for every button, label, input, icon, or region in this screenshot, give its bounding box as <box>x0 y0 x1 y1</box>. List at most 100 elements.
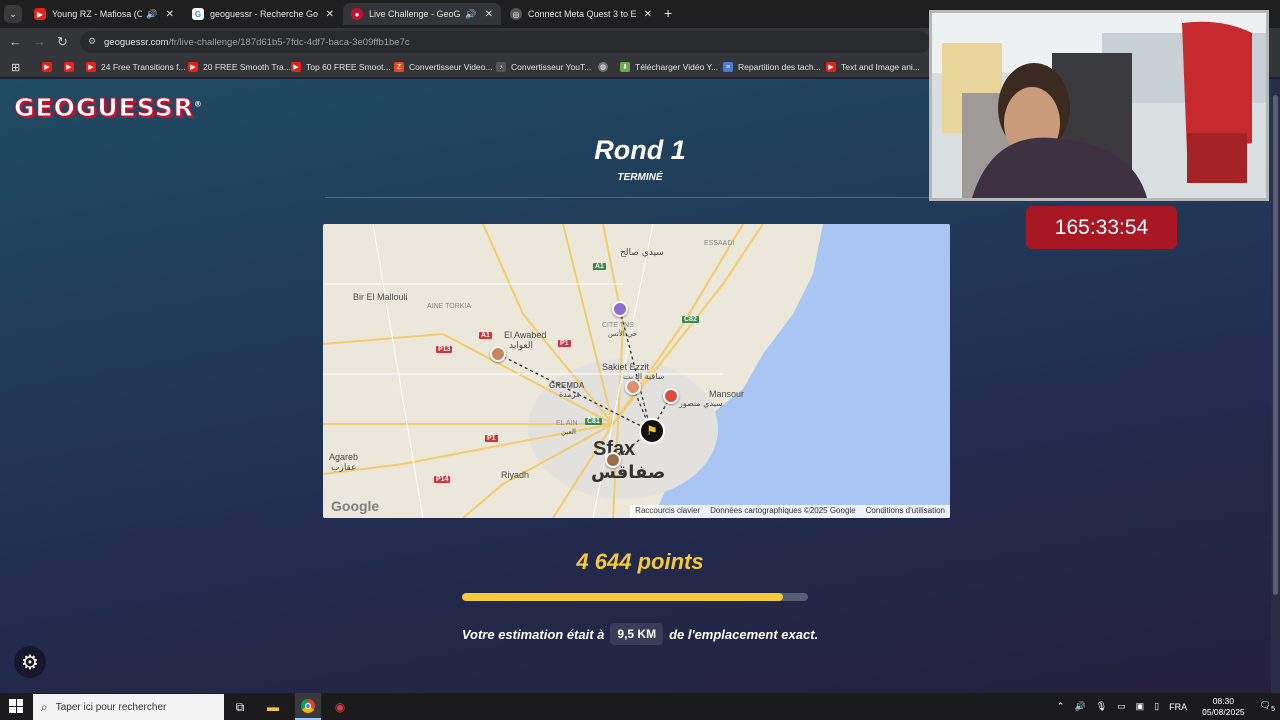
taskbar-search-box[interactable]: ⌕ Taper ici pour rechercher <box>33 694 224 720</box>
bookmark-transitions[interactable]: ▶ 24 Free Transitions f... <box>86 60 186 74</box>
windows-start-icon[interactable] <box>9 699 23 713</box>
geoguessr-pin-icon: ● <box>351 8 363 20</box>
keyboard-shortcuts-link[interactable]: Raccourcis clavier <box>630 505 705 518</box>
tab-google-search[interactable]: G geoguessr - Recherche Google ✕ <box>184 3 342 25</box>
youtube-icon: ▶ <box>42 62 52 72</box>
map-label-el-ain: EL AIN <box>556 420 578 427</box>
bookmark-text-image[interactable]: ▶ Text and Image ani... <box>826 60 920 74</box>
network-icon[interactable]: ▭ <box>1117 701 1126 712</box>
bookmark-label: Convertisseur YouT... <box>511 62 592 72</box>
player-avatar[interactable] <box>663 388 679 404</box>
new-tab-button[interactable]: + <box>664 5 672 21</box>
youtube-icon: ▶ <box>34 8 46 20</box>
language-indicator[interactable]: FRA <box>1169 702 1187 712</box>
url-path: /fr/live-challenge/187d61b5-7fdc-4df7-ba… <box>168 36 410 48</box>
bookmark-label: Text and Image ani... <box>841 62 920 72</box>
url-bar[interactable]: ⚙ geoguessr.com/fr/live-challenge/187d61… <box>80 31 930 53</box>
map-label-el-awabed: El Awabed <box>504 330 547 340</box>
youtube-icon: ▶ <box>291 62 301 72</box>
apps-grid-icon[interactable]: ⊞ <box>11 60 20 74</box>
bookmark-smooth-transitions[interactable]: ▶ 20 FREE Smooth Tra... <box>188 60 291 74</box>
map-label-cite-tns-ar: حي الأنس <box>608 330 638 338</box>
terms-of-use-link[interactable]: Conditions d'utilisation <box>861 505 950 518</box>
speaker-icon[interactable]: 🔊 <box>146 9 157 20</box>
estimate-prefix: Votre estimation était à <box>461 626 605 642</box>
registered-mark: ® <box>193 99 203 109</box>
player-avatar[interactable] <box>490 346 506 362</box>
globe-icon: ◍ <box>598 62 608 72</box>
road-badge: C81 <box>585 418 602 425</box>
map-label-gremda-ar: قرمدة <box>559 390 580 399</box>
player-avatar[interactable] <box>612 301 628 317</box>
recording-app-icon[interactable]: ◉ <box>330 697 350 717</box>
page-scrollbar[interactable] <box>1271 79 1280 693</box>
reload-icon[interactable]: ↻ <box>57 34 68 50</box>
file-explorer-icon[interactable]: ▬ <box>263 697 283 717</box>
microphone-icon[interactable]: 🎙 <box>1096 701 1107 712</box>
close-icon[interactable]: ✕ <box>166 9 174 20</box>
bookmark-label: Convertisseur Video... <box>409 62 493 72</box>
close-icon[interactable]: ✕ <box>485 9 493 20</box>
bookmark-globe[interactable]: ◍ <box>598 60 613 74</box>
notification-count: 5 <box>1271 705 1275 713</box>
bookmark-telecharger-video[interactable]: ⬇ Télécharger Vidéo Y... <box>620 60 718 74</box>
player-avatar[interactable] <box>605 452 621 468</box>
bookmark-top-60[interactable]: ▶ Top 60 FREE Smoot... <box>291 60 391 74</box>
map-attribution: Raccourcis clavier Données cartographiqu… <box>630 505 950 518</box>
map-label-sakiet-ezzit: Sakiet Ezzit <box>602 362 650 372</box>
road-badge: P14 <box>434 476 451 483</box>
score-progress-bar <box>462 593 808 601</box>
youtube-icon: ▶ <box>188 62 198 72</box>
forward-arrow-icon[interactable]: → <box>33 34 46 49</box>
tab-title: Young RZ - Mafiosa (Officia <box>52 9 143 19</box>
notification-center-icon[interactable]: 🗨5 <box>1260 700 1275 713</box>
road-badge: A1 <box>593 263 606 270</box>
map-data-credit: Données cartographiques ©2025 Google <box>710 506 856 515</box>
sea-area <box>653 224 950 518</box>
bookmark-convertisseur-youtube[interactable]: ♪ Convertisseur YouT... <box>496 60 591 74</box>
volume-icon[interactable]: 🔊 <box>1074 701 1085 712</box>
stream-timer: 165:33:54 <box>1026 206 1177 249</box>
divider <box>325 197 950 198</box>
tab-search-dropdown[interactable]: ⌄ <box>4 5 22 23</box>
close-icon[interactable]: ✕ <box>644 9 652 20</box>
correct-location-flag-icon[interactable]: ⚑ <box>639 418 665 444</box>
youtube-icon: ▶ <box>64 62 74 72</box>
settings-gear-icon[interactable]: ⚙ <box>14 646 46 678</box>
battery-icon[interactable]: ▯ <box>1154 701 1159 712</box>
bookmark-convertisseur-video[interactable]: Z Convertisseur Video... <box>394 60 492 74</box>
chevron-up-icon[interactable]: ⌃ <box>1057 701 1065 712</box>
speaker-icon[interactable]: 🔊 <box>465 9 476 20</box>
converter-icon: ♪ <box>496 62 506 72</box>
geoguessr-logo[interactable]: GEOGUESSR® <box>14 93 203 123</box>
map-label-essaadi: ESSAADI <box>704 240 735 247</box>
back-arrow-icon[interactable]: ← <box>9 34 22 49</box>
taskbar-clock[interactable]: 08:30 05/08/2025 <box>1202 696 1245 718</box>
scrollbar-thumb[interactable] <box>1273 95 1278 595</box>
tab-geoguessr-live-challenge[interactable]: ● Live Challenge - GeoGuessr 🔊 ✕ <box>343 3 501 25</box>
tab-young-rz[interactable]: ▶ Young RZ - Mafiosa (Officia 🔊 ✕ <box>26 3 182 25</box>
bookmark-label: Top 60 FREE Smoot... <box>306 62 391 72</box>
clock-date: 05/08/2025 <box>1202 706 1245 717</box>
bookmark-youtube-2[interactable]: ▶ <box>64 60 79 74</box>
result-map[interactable]: ESSAADI سيدي صالح Bir El Mallouli AINE T… <box>323 224 950 518</box>
map-label-sidi-salah: سيدي صالح <box>620 248 664 258</box>
close-icon[interactable]: ✕ <box>326 9 334 20</box>
round-points: 4 644 points <box>576 549 704 574</box>
bookmark-repartition[interactable]: ≡ Repartition des tach... <box>723 60 821 74</box>
task-view-icon[interactable]: ⧉ <box>230 697 250 717</box>
site-settings-icon[interactable]: ⚙ <box>88 36 96 47</box>
tab-title: geoguessr - Recherche Google <box>210 9 318 19</box>
road-badge: P1 <box>485 435 498 442</box>
tab-meta-quest[interactable]: ◎ Connect Meta Quest 3 to Elgat ✕ <box>502 3 660 25</box>
map-label-el-awabed-ar: العوابد <box>509 341 533 351</box>
road-badge: P13 <box>436 346 453 353</box>
url-host: geoguessr.com <box>104 36 169 48</box>
chrome-taskbar-icon[interactable] <box>295 693 321 720</box>
estimate-suffix: de l'emplacement exact. <box>669 626 819 642</box>
map-label-agareb: Agareb <box>329 452 359 462</box>
bookmark-youtube-1[interactable]: ▶ <box>42 60 57 74</box>
player-avatar[interactable] <box>625 379 641 395</box>
meet-icon[interactable]: ▣ <box>1136 701 1145 712</box>
map-label-el-ain-ar: العين <box>561 428 576 436</box>
